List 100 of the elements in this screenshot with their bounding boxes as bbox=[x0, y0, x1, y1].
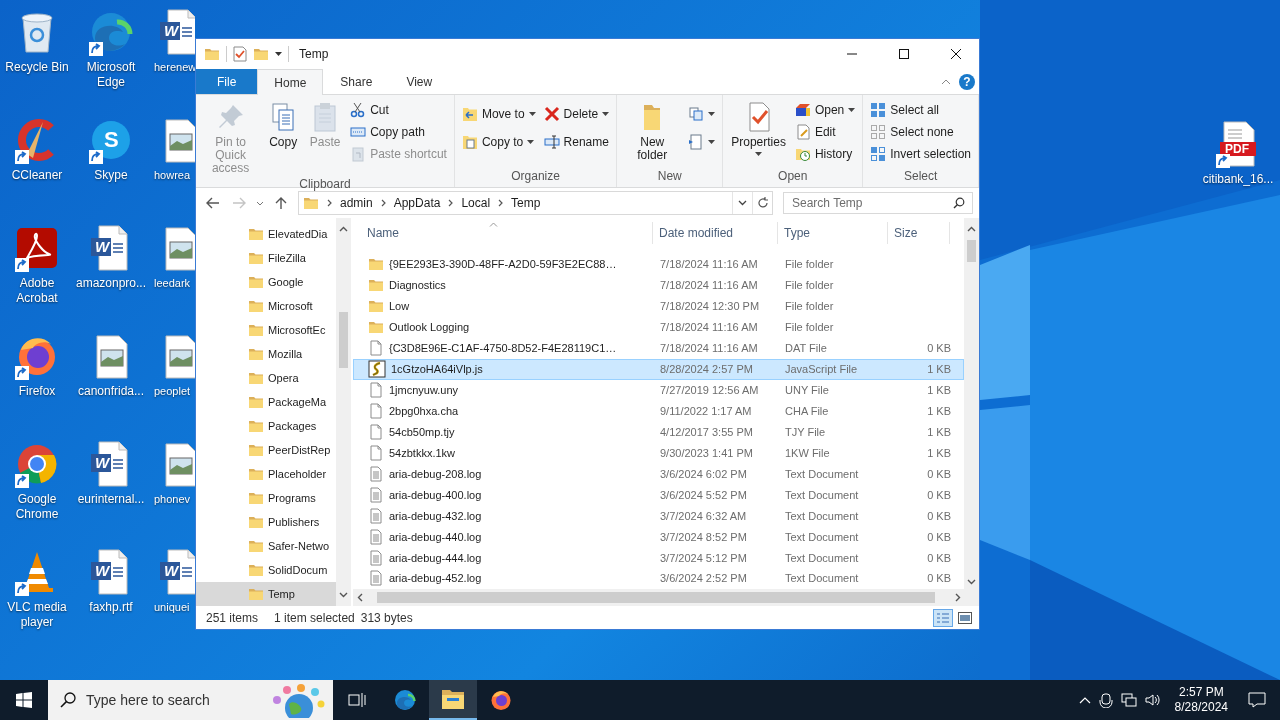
file-row[interactable]: Diagnostics 7/18/2024 11:16 AM File folder bbox=[353, 274, 964, 296]
scroll-thumb[interactable] bbox=[967, 240, 976, 262]
nav-tree-item[interactable]: Google bbox=[196, 270, 336, 294]
file-row[interactable]: 54zbtkkx.1kw 9/30/2023 1:41 PM 1KW File 1 KB bbox=[353, 442, 964, 464]
nav-tree-item[interactable]: Microsoft bbox=[196, 294, 336, 318]
ribbon-command[interactable]: Cut bbox=[347, 99, 450, 121]
nav-tree-item[interactable]: Publishers bbox=[196, 510, 336, 534]
file-row[interactable]: 1cGtzoHA64iVlp.js 8/28/2024 2:57 PM JavaScript File 1 KB bbox=[353, 358, 964, 380]
desktop-icon-label[interactable]: uniquei bbox=[154, 600, 190, 615]
desktop-icon-label[interactable]: canonfrida... bbox=[77, 384, 144, 399]
ribbon-command[interactable]: Copy to bbox=[458, 131, 539, 153]
search-field[interactable]: Search Temp bbox=[783, 192, 973, 214]
ribbon-command[interactable]: New folder bbox=[621, 99, 684, 164]
ribbon-command[interactable]: Select all bbox=[867, 99, 974, 121]
show-hidden-icons-icon[interactable] bbox=[1078, 696, 1091, 704]
nav-tree-item[interactable]: PackageMa bbox=[196, 390, 336, 414]
nav-tree-item[interactable]: Packages bbox=[196, 414, 336, 438]
nav-tree-item[interactable]: MicrosoftEc bbox=[196, 318, 336, 342]
nav-tree-item[interactable]: Placeholder bbox=[196, 462, 336, 486]
file-row[interactable]: {C3D8E96E-C1AF-4750-8D52-F4E28119C1… 7/18/2024 11:16 AM DAT File 0 KB bbox=[353, 337, 964, 359]
desktop-icon-label[interactable]: Firefox bbox=[18, 384, 56, 399]
ribbon-command[interactable]: Rename bbox=[540, 131, 613, 153]
file-row[interactable]: Outlook Logging 7/18/2024 11:16 AM File folder bbox=[353, 316, 964, 338]
ribbon-tab[interactable]: View bbox=[389, 69, 450, 94]
desktop-icon-label[interactable]: CCleaner bbox=[11, 168, 63, 183]
breadcrumb[interactable]: AppData bbox=[393, 196, 441, 210]
nav-tree-item[interactable]: PeerDistRep bbox=[196, 438, 336, 462]
column-header[interactable]: Name bbox=[353, 221, 653, 244]
nav-tree-item[interactable]: ElevatedDia bbox=[196, 222, 336, 246]
notifications-icon[interactable] bbox=[1248, 692, 1266, 708]
nav-tree-item[interactable]: SolidDocum bbox=[196, 558, 336, 582]
ribbon-command[interactable]: Open bbox=[791, 99, 859, 121]
ribbon-command[interactable]: Invert selection bbox=[867, 143, 974, 165]
nav-tree-item[interactable]: Temp bbox=[196, 582, 336, 606]
network-icon[interactable] bbox=[1120, 693, 1137, 707]
scroll-right-icon[interactable] bbox=[955, 593, 961, 602]
column-header[interactable]: Date modified bbox=[653, 221, 778, 244]
nav-tree-item[interactable]: Programs bbox=[196, 486, 336, 510]
desktop-icon-label[interactable]: Recycle Bin bbox=[5, 60, 69, 75]
breadcrumb[interactable]: Temp bbox=[511, 196, 541, 210]
scrollbar[interactable] bbox=[964, 218, 979, 589]
scroll-down-icon[interactable] bbox=[339, 592, 348, 598]
scrollbar[interactable] bbox=[336, 218, 351, 606]
folder-taskbar-icon[interactable] bbox=[429, 680, 477, 720]
file-row[interactable]: 2bpg0hxa.cha 9/11/2022 1:17 AM CHA File 1 KB bbox=[353, 400, 964, 422]
desktop-icon-label[interactable]: amazonpro... bbox=[75, 276, 146, 291]
desktop-icon-label[interactable]: Google Chrome bbox=[1, 492, 73, 522]
horizontal-scrollbar[interactable] bbox=[353, 589, 979, 606]
ribbon-tab[interactable]: Home bbox=[257, 69, 324, 95]
file-row[interactable]: 54cb50mp.tjy 4/12/2017 3:55 PM TJY File 1 KB bbox=[353, 421, 964, 443]
meeting-icon[interactable] bbox=[1098, 692, 1113, 708]
desktop-icon-label[interactable]: Adobe Acrobat bbox=[1, 276, 73, 306]
scroll-thumb[interactable] bbox=[377, 592, 935, 603]
speaker-icon[interactable] bbox=[1144, 693, 1161, 707]
help-button[interactable]: ? bbox=[959, 73, 975, 90]
desktop-icon-label[interactable]: VLC media player bbox=[1, 600, 73, 630]
file-row[interactable]: aria-debug-208.log 3/6/2024 6:02 PM Text Document 0 KB bbox=[353, 463, 964, 485]
desktop-icon-label[interactable]: Microsoft Edge bbox=[75, 60, 147, 90]
scroll-left-icon[interactable] bbox=[357, 593, 363, 602]
ribbon-command[interactable]: Copy path bbox=[347, 121, 450, 143]
column-header[interactable]: Size bbox=[888, 221, 950, 244]
collapse-ribbon-icon[interactable] bbox=[941, 78, 951, 85]
address-bar[interactable]: admin AppData Local Temp bbox=[298, 191, 773, 215]
file-row[interactable]: aria-debug-444.log 3/7/2024 5:12 PM Text Document 0 KB bbox=[353, 547, 964, 568]
nav-tree-item[interactable]: Mozilla bbox=[196, 342, 336, 366]
ribbon-command[interactable]: Edit bbox=[791, 121, 859, 143]
breadcrumb[interactable]: Local bbox=[461, 196, 491, 210]
taskbar-search-field[interactable]: Type here to search bbox=[48, 680, 333, 720]
scroll-up-icon[interactable] bbox=[339, 226, 348, 232]
desktop-icon-label[interactable]: eurinternal... bbox=[77, 492, 145, 507]
file-row[interactable]: aria-debug-452.log 3/6/2024 2:52 PM Text Document 0 KB bbox=[353, 568, 964, 589]
desktop-icon-label[interactable]: faxhp.rtf bbox=[89, 600, 133, 615]
ribbon-command[interactable]: Move to bbox=[458, 103, 539, 125]
file-row[interactable]: 1jmcnyuw.uny 7/27/2019 12:56 AM UNY File 1 KB bbox=[353, 379, 964, 401]
ribbon-command[interactable]: Properties bbox=[727, 99, 790, 158]
column-header[interactable]: Type bbox=[778, 221, 888, 244]
desktop-icon-label[interactable]: peoplet bbox=[154, 384, 191, 399]
clock[interactable]: 2:57 PM 8/28/2024 bbox=[1168, 685, 1234, 715]
scroll-down-icon[interactable] bbox=[967, 579, 976, 585]
nav-tree-item[interactable]: Opera bbox=[196, 366, 336, 390]
file-row[interactable]: {9EE293E3-390D-48FF-A2D0-59F3E2EC88… 7/18/2024 11:16 AM File folder bbox=[353, 253, 964, 275]
properties-icon[interactable] bbox=[233, 46, 247, 62]
ribbon-tab[interactable]: File bbox=[196, 69, 258, 94]
desktop-icon-label[interactable]: herenew bbox=[154, 60, 197, 75]
file-row[interactable]: Low 7/18/2024 12:30 PM File folder bbox=[353, 295, 964, 317]
desktop-icon-label[interactable]: leedark bbox=[154, 276, 191, 291]
file-row[interactable]: aria-debug-440.log 3/7/2024 8:52 PM Text Document 0 KB bbox=[353, 526, 964, 548]
scroll-thumb[interactable] bbox=[339, 312, 348, 368]
ribbon-command[interactable]: Delete bbox=[540, 103, 613, 125]
ribbon-tab[interactable]: Share bbox=[323, 69, 390, 94]
nav-tree-item[interactable]: Safer-Netwo bbox=[196, 534, 336, 558]
desktop-icon-label[interactable]: Skype bbox=[94, 168, 128, 183]
nav-tree-item[interactable]: FileZilla bbox=[196, 246, 336, 270]
breadcrumb[interactable]: admin bbox=[340, 196, 373, 210]
desktop-icon-label[interactable]: citibank_16... bbox=[1202, 172, 1274, 187]
scroll-up-icon[interactable] bbox=[967, 226, 976, 232]
desktop-icon-label[interactable]: phonev bbox=[154, 492, 191, 507]
ribbon-command[interactable]: History bbox=[791, 143, 859, 165]
ribbon-command[interactable]: Select none bbox=[867, 121, 974, 143]
ribbon-command[interactable]: Copy bbox=[263, 99, 304, 151]
